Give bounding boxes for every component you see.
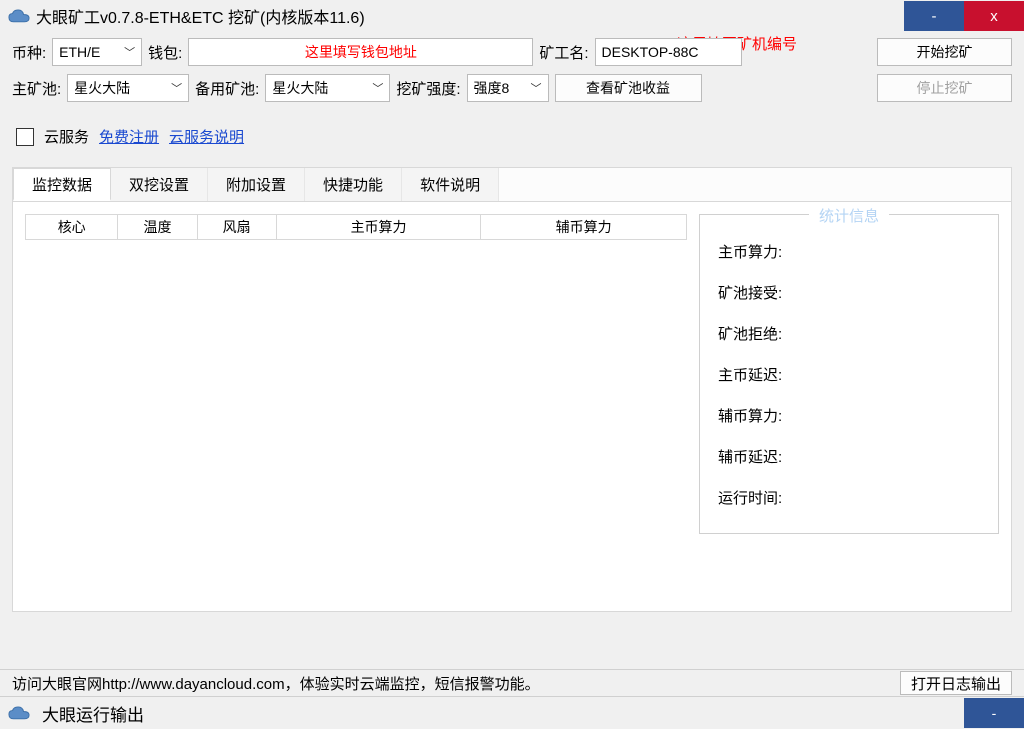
output-bar: 大眼运行输出 - xyxy=(0,697,1024,729)
intensity-label: 挖矿强度: xyxy=(396,78,460,99)
stat-main-hashrate: 主币算力: xyxy=(718,231,980,272)
view-earnings-button[interactable]: 查看矿池收益 xyxy=(555,74,702,102)
th-main-hashrate: 主币算力 xyxy=(277,215,482,239)
tab-dual-mining[interactable]: 双挖设置 xyxy=(111,168,208,201)
main-pool-select[interactable]: 星火大陆 ﹀ xyxy=(67,74,189,102)
tab-monitor[interactable]: 监控数据 xyxy=(13,168,111,201)
chevron-down-icon: ﹀ xyxy=(372,80,383,96)
main-pool-label: 主矿池: xyxy=(12,78,61,99)
output-bar-title: 大眼运行输出 xyxy=(36,701,964,726)
backup-pool-select[interactable]: 星火大陆 ﹀ xyxy=(265,74,390,102)
stat-runtime: 运行时间: xyxy=(718,477,980,518)
minimize-button[interactable]: - xyxy=(904,1,964,31)
window-title: 大眼矿工v0.7.8-ETH&ETC 挖矿(内核版本11.6) xyxy=(36,4,904,28)
th-core: 核心 xyxy=(26,215,118,239)
stat-pool-reject: 矿池拒绝: xyxy=(718,313,980,354)
tab-content: 核心 温度 风扇 主币算力 辅币算力 统计信息 主币算力: 矿池接受: 矿池拒绝… xyxy=(13,202,1011,611)
cloud-icon xyxy=(8,9,30,23)
stat-aux-delay: 辅币延迟: xyxy=(718,436,980,477)
tabs-container: 监控数据 双挖设置 附加设置 快捷功能 软件说明 核心 温度 风扇 主币算力 辅… xyxy=(12,167,1012,612)
tab-software-info[interactable]: 软件说明 xyxy=(402,168,499,201)
wallet-input[interactable]: 这里填写钱包地址 xyxy=(188,38,533,66)
table-area: 核心 温度 风扇 主币算力 辅币算力 xyxy=(25,214,687,599)
th-aux-hashrate: 辅币算力 xyxy=(481,215,686,239)
stop-mining-button: 停止挖矿 xyxy=(877,74,1012,102)
cloud-service-help-link[interactable]: 云服务说明 xyxy=(169,126,244,147)
coin-select-value: ETH/E xyxy=(59,44,100,60)
tabs-strip: 监控数据 双挖设置 附加设置 快捷功能 软件说明 xyxy=(13,168,1011,202)
stat-aux-hashrate: 辅币算力: xyxy=(718,395,980,436)
footer-text: 访问大眼官网http://www.dayancloud.com，体验实时云端监控… xyxy=(12,673,540,694)
miner-input-value: DESKTOP-88C xyxy=(602,44,699,60)
titlebar: 大眼矿工v0.7.8-ETH&ETC 挖矿(内核版本11.6) - x xyxy=(0,0,1024,32)
chevron-down-icon: ﹀ xyxy=(171,80,182,96)
intensity-select[interactable]: 强度8 ﹀ xyxy=(467,74,549,102)
backup-pool-value: 星火大陆 xyxy=(272,78,328,98)
intensity-value: 强度8 xyxy=(474,78,510,98)
backup-pool-label: 备用矿池: xyxy=(195,78,259,99)
stat-pool-accept: 矿池接受: xyxy=(718,272,980,313)
tab-additional[interactable]: 附加设置 xyxy=(208,168,305,201)
start-mining-button[interactable]: 开始挖矿 xyxy=(877,38,1012,66)
wallet-label: 钱包: xyxy=(148,42,182,63)
chevron-down-icon: ﹀ xyxy=(531,80,542,96)
chevron-down-icon: ﹀ xyxy=(124,44,135,60)
miner-label: 矿工名: xyxy=(539,42,588,63)
th-fan: 风扇 xyxy=(198,215,277,239)
th-temp: 温度 xyxy=(118,215,197,239)
stats-title: 统计信息 xyxy=(809,205,889,226)
wallet-placeholder: 这里填写钱包地址 xyxy=(305,42,417,62)
cloud-service-label: 云服务 xyxy=(44,126,89,147)
open-log-button[interactable]: 打开日志输出 xyxy=(900,671,1012,695)
table-header-row: 核心 温度 风扇 主币算力 辅币算力 xyxy=(25,214,687,240)
register-link[interactable]: 免费注册 xyxy=(99,126,159,147)
output-minimize-button[interactable]: - xyxy=(964,698,1024,728)
coin-label: 币种: xyxy=(12,42,46,63)
footer: 访问大眼官网http://www.dayancloud.com，体验实时云端监控… xyxy=(0,669,1024,697)
coin-select[interactable]: ETH/E ﹀ xyxy=(52,38,142,66)
stats-box: 统计信息 主币算力: 矿池接受: 矿池拒绝: 主币延迟: 辅币算力: 辅币延迟:… xyxy=(699,214,999,534)
tab-quick-functions[interactable]: 快捷功能 xyxy=(305,168,402,201)
miner-input[interactable]: DESKTOP-88C xyxy=(595,38,742,66)
config-area: 币种: ETH/E ﹀ 钱包: 这里填写钱包地址 矿工名: DESKTOP-88… xyxy=(0,32,1024,102)
main-pool-value: 星火大陆 xyxy=(74,78,130,98)
cloud-service-checkbox[interactable] xyxy=(16,128,34,146)
cloud-service-row: 云服务 免费注册 云服务说明 xyxy=(0,110,1024,157)
stat-main-delay: 主币延迟: xyxy=(718,354,980,395)
close-button[interactable]: x xyxy=(964,1,1024,31)
cloud-icon xyxy=(8,706,30,720)
